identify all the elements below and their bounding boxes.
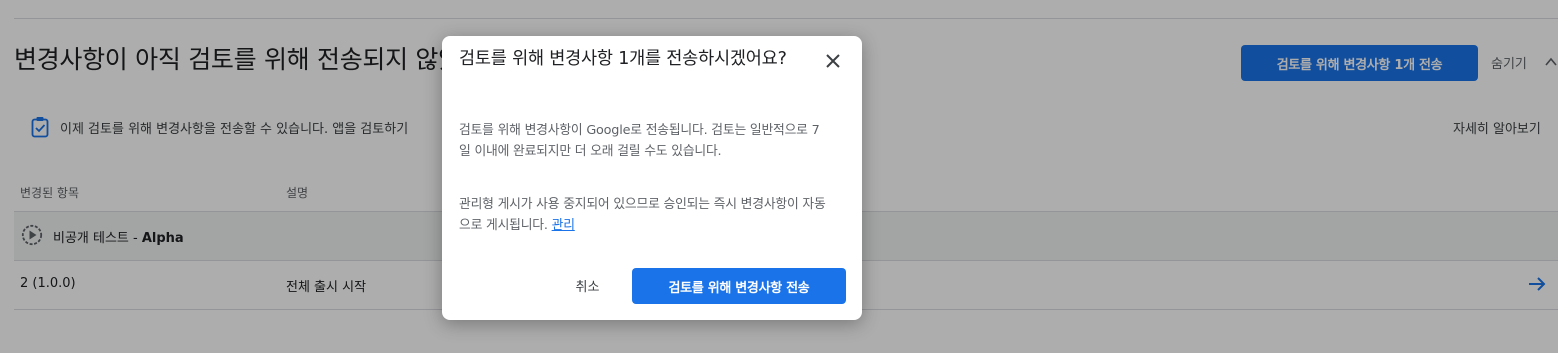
confirm-dialog: 검토를 위해 변경사항 1개를 전송하시겠어요? 검토를 위해 변경사항이 Go… (442, 36, 862, 320)
dialog-title: 검토를 위해 변경사항 1개를 전송하시겠어요? (459, 49, 787, 69)
cancel-button[interactable]: 취소 (562, 268, 613, 302)
dialog-body-publishing-text: 관리형 게시가 사용 중지되어 있으므로 승인되는 즉시 변경사항이 자동으로 … (459, 197, 826, 233)
dialog-body-review: 검토를 위해 변경사항이 Google로 전송됩니다. 검토는 일반적으로 7일… (459, 123, 820, 159)
close-icon[interactable] (822, 50, 844, 72)
manage-link[interactable]: 관리 (552, 218, 575, 233)
dialog-body-publishing: 관리형 게시가 사용 중지되어 있으므로 승인되는 즉시 변경사항이 자동으로 … (459, 195, 831, 236)
send-for-review-button[interactable]: 검토를 위해 변경사항 전송 (632, 268, 846, 304)
